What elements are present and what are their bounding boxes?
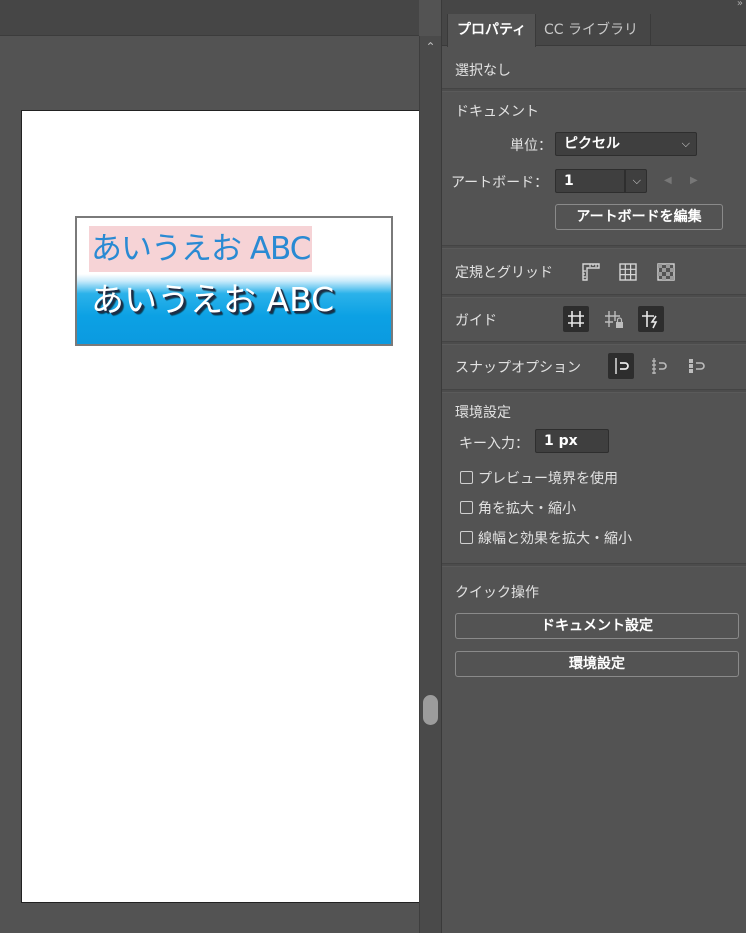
snap-to-point-icon[interactable] xyxy=(608,353,634,379)
artboard-number-value: 1 xyxy=(564,173,574,189)
section-divider xyxy=(442,389,746,393)
key-increment-value: 1 px xyxy=(544,433,578,449)
section-divider xyxy=(442,294,746,298)
use-preview-bounds-label: プレビュー境界を使用 xyxy=(478,471,618,487)
canvas-vertical-scrollbar[interactable]: ⌃ xyxy=(419,36,441,933)
grid-icon[interactable] xyxy=(615,259,641,285)
unit-dropdown-value: ピクセル xyxy=(564,136,620,152)
key-increment-input[interactable]: 1 px xyxy=(535,429,609,453)
scale-corners-checkbox[interactable] xyxy=(460,501,473,514)
scroll-up-icon[interactable]: ⌃ xyxy=(420,38,441,56)
artboard[interactable]: あいうえお ABC あいうえお ABC xyxy=(21,110,419,903)
use-preview-bounds-checkbox[interactable] xyxy=(460,471,473,484)
sample-text-pink-highlight[interactable]: あいうえお ABC xyxy=(89,226,313,272)
previous-artboard-icon[interactable]: ◀ xyxy=(664,175,672,186)
smart-guides-icon[interactable] xyxy=(638,306,664,332)
snap-to-pixel-icon[interactable] xyxy=(646,353,672,379)
scale-strokes-effects-checkbox[interactable] xyxy=(460,531,473,544)
rulers-icon[interactable] xyxy=(578,259,604,285)
chevron-down-icon: ⌵ xyxy=(632,174,641,187)
sample-text-white-shadow[interactable]: あいうえお ABC xyxy=(91,278,334,322)
artboard-label: アートボード： xyxy=(451,175,549,191)
next-artboard-icon[interactable]: ▶ xyxy=(690,175,698,186)
panel-tab-bar: プロパティ CC ライブラリ xyxy=(442,14,746,47)
scale-strokes-effects-label: 線幅と効果を拡大・縮小 xyxy=(478,531,632,547)
properties-panel: » プロパティ CC ライブラリ 選択なし ドキュメント 単位： ピクセル ⌵ … xyxy=(441,0,746,933)
collapse-panel-icon[interactable]: » xyxy=(737,0,743,9)
document-setup-button[interactable]: ドキュメント設定 xyxy=(455,613,739,639)
tab-properties[interactable]: プロパティ xyxy=(447,14,537,47)
section-divider xyxy=(442,88,746,92)
panel-grip-bar[interactable]: » xyxy=(442,0,746,14)
snap-to-glyph-icon[interactable] xyxy=(684,353,710,379)
scale-corners-label: 角を拡大・縮小 xyxy=(478,501,576,517)
preferences-heading: 環境設定 xyxy=(455,405,511,421)
guides-heading: ガイド xyxy=(455,313,497,329)
lock-guides-icon[interactable] xyxy=(601,306,627,332)
artboard-dropdown-toggle[interactable]: ⌵ xyxy=(625,169,647,193)
unit-dropdown[interactable]: ピクセル ⌵ xyxy=(555,132,697,156)
scrollbar-thumb[interactable] xyxy=(423,695,438,725)
section-divider xyxy=(442,563,746,567)
canvas-top-bar xyxy=(0,0,419,36)
chevron-down-icon: ⌵ xyxy=(681,137,690,150)
rulers-grids-heading: 定規とグリッド xyxy=(455,265,553,281)
quick-actions-heading: クイック操作 xyxy=(455,585,539,601)
sample-artwork-group[interactable]: あいうえお ABC あいうえお ABC xyxy=(75,216,393,346)
section-divider xyxy=(442,245,746,249)
tab-cc-libraries[interactable]: CC ライブラリ xyxy=(534,14,652,46)
canvas-area[interactable]: あいうえお ABC あいうえお ABC xyxy=(0,0,419,933)
unit-label: 単位： xyxy=(510,138,552,154)
edit-artboards-button[interactable]: アートボードを編集 xyxy=(555,204,723,230)
section-divider xyxy=(442,341,746,345)
snap-options-heading: スナップオプション xyxy=(455,360,581,376)
transparency-grid-icon[interactable] xyxy=(653,259,679,285)
selection-status: 選択なし xyxy=(455,63,511,79)
key-increment-label: キー入力： xyxy=(459,436,529,452)
show-guides-icon[interactable] xyxy=(563,306,589,332)
preferences-button[interactable]: 環境設定 xyxy=(455,651,739,677)
artboard-number-field[interactable]: 1 xyxy=(555,169,625,193)
document-section-heading: ドキュメント xyxy=(455,104,539,120)
